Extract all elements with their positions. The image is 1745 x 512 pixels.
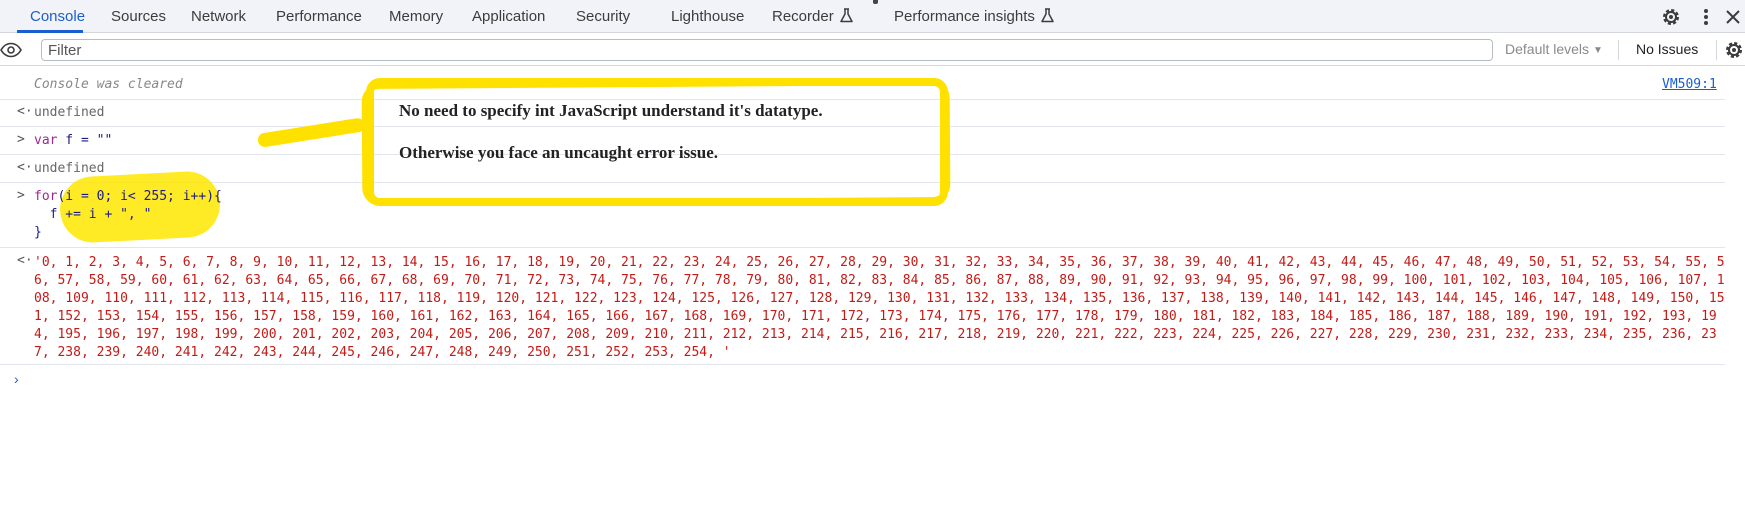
flask-icon — [1041, 8, 1054, 23]
toolbar-divider — [1716, 40, 1717, 60]
close-icon[interactable] — [1723, 7, 1743, 27]
result-arrow-icon: <· — [17, 160, 33, 175]
eye-icon[interactable] — [0, 42, 22, 58]
result-value: undefined — [34, 105, 105, 120]
gear-icon[interactable] — [1661, 7, 1681, 27]
toolbar-divider — [1618, 40, 1619, 60]
tab-security[interactable]: Security — [576, 0, 630, 32]
console-prompt[interactable]: › — [14, 371, 19, 387]
console-settings-gear-icon[interactable] — [1724, 40, 1744, 60]
tab-network[interactable]: Network — [191, 0, 246, 32]
code-rest: (i = 0; i< 255; i++){ — [57, 189, 222, 204]
input-code: var f = "" — [34, 132, 112, 150]
code-keyword: for — [34, 189, 58, 204]
log-levels-dropdown[interactable]: Default levels ▼ — [1505, 33, 1603, 66]
annotation-text-line-1: No need to specify int JavaScript unders… — [399, 101, 823, 120]
result-arrow-icon: <· — [17, 253, 33, 268]
result-arrow-icon: <· — [17, 104, 33, 119]
input-code-line-1: for(i = 0; i< 255; i++){ — [34, 188, 222, 206]
drag-handle[interactable] — [873, 0, 878, 4]
input-code-line-2: f += i + ", " — [34, 207, 152, 222]
tab-performance[interactable]: Performance — [276, 0, 362, 32]
result-value: undefined — [34, 161, 105, 176]
filter-input[interactable] — [41, 39, 1493, 61]
tab-sources[interactable]: Sources — [111, 0, 166, 32]
chevron-down-icon: ▼ — [1593, 45, 1603, 56]
tab-lighthouse[interactable]: Lighthouse — [671, 0, 744, 32]
tab-performance-insights[interactable]: Performance insights — [894, 0, 1054, 32]
tab-performance-insights-label: Performance insights — [894, 8, 1035, 25]
code-keyword: var — [34, 133, 58, 148]
input-chevron-icon: > — [17, 188, 25, 203]
result-string[interactable]: '0, 1, 2, 3, 4, 5, 6, 7, 8, 9, 10, 11, 1… — [34, 254, 1729, 362]
source-link[interactable]: VM509:1 — [1662, 76, 1717, 94]
console-cleared-text: Console was cleared — [34, 77, 183, 92]
annotation-text-line-2: Otherwise you face an uncaught error iss… — [399, 143, 719, 162]
log-levels-label: Default levels — [1505, 41, 1590, 57]
input-chevron-icon: > — [17, 132, 25, 147]
tab-console[interactable]: Console — [30, 0, 85, 32]
console-result-row: <· '0, 1, 2, 3, 4, 5, 6, 7, 8, 9, 10, 11… — [0, 248, 1725, 365]
console-filter-bar: Default levels▼ No Issues — [0, 33, 1745, 66]
flask-icon — [839, 8, 853, 23]
tab-application[interactable]: Application — [472, 0, 545, 32]
input-code-line-3: } — [34, 225, 42, 240]
issues-counter[interactable]: No Issues — [1636, 33, 1698, 66]
yellow-annotation-box — [366, 78, 948, 206]
code-rest: f = "" — [57, 133, 113, 148]
tab-memory[interactable]: Memory — [389, 0, 443, 32]
devtools-tab-bar: Console Sources Network Performance Memo… — [0, 0, 1745, 33]
kebab-menu-icon[interactable] — [1696, 7, 1716, 27]
tab-recorder-label: Recorder — [772, 8, 834, 25]
chevron-right-icon: › — [14, 371, 19, 387]
tab-recorder[interactable]: Recorder — [772, 0, 853, 32]
